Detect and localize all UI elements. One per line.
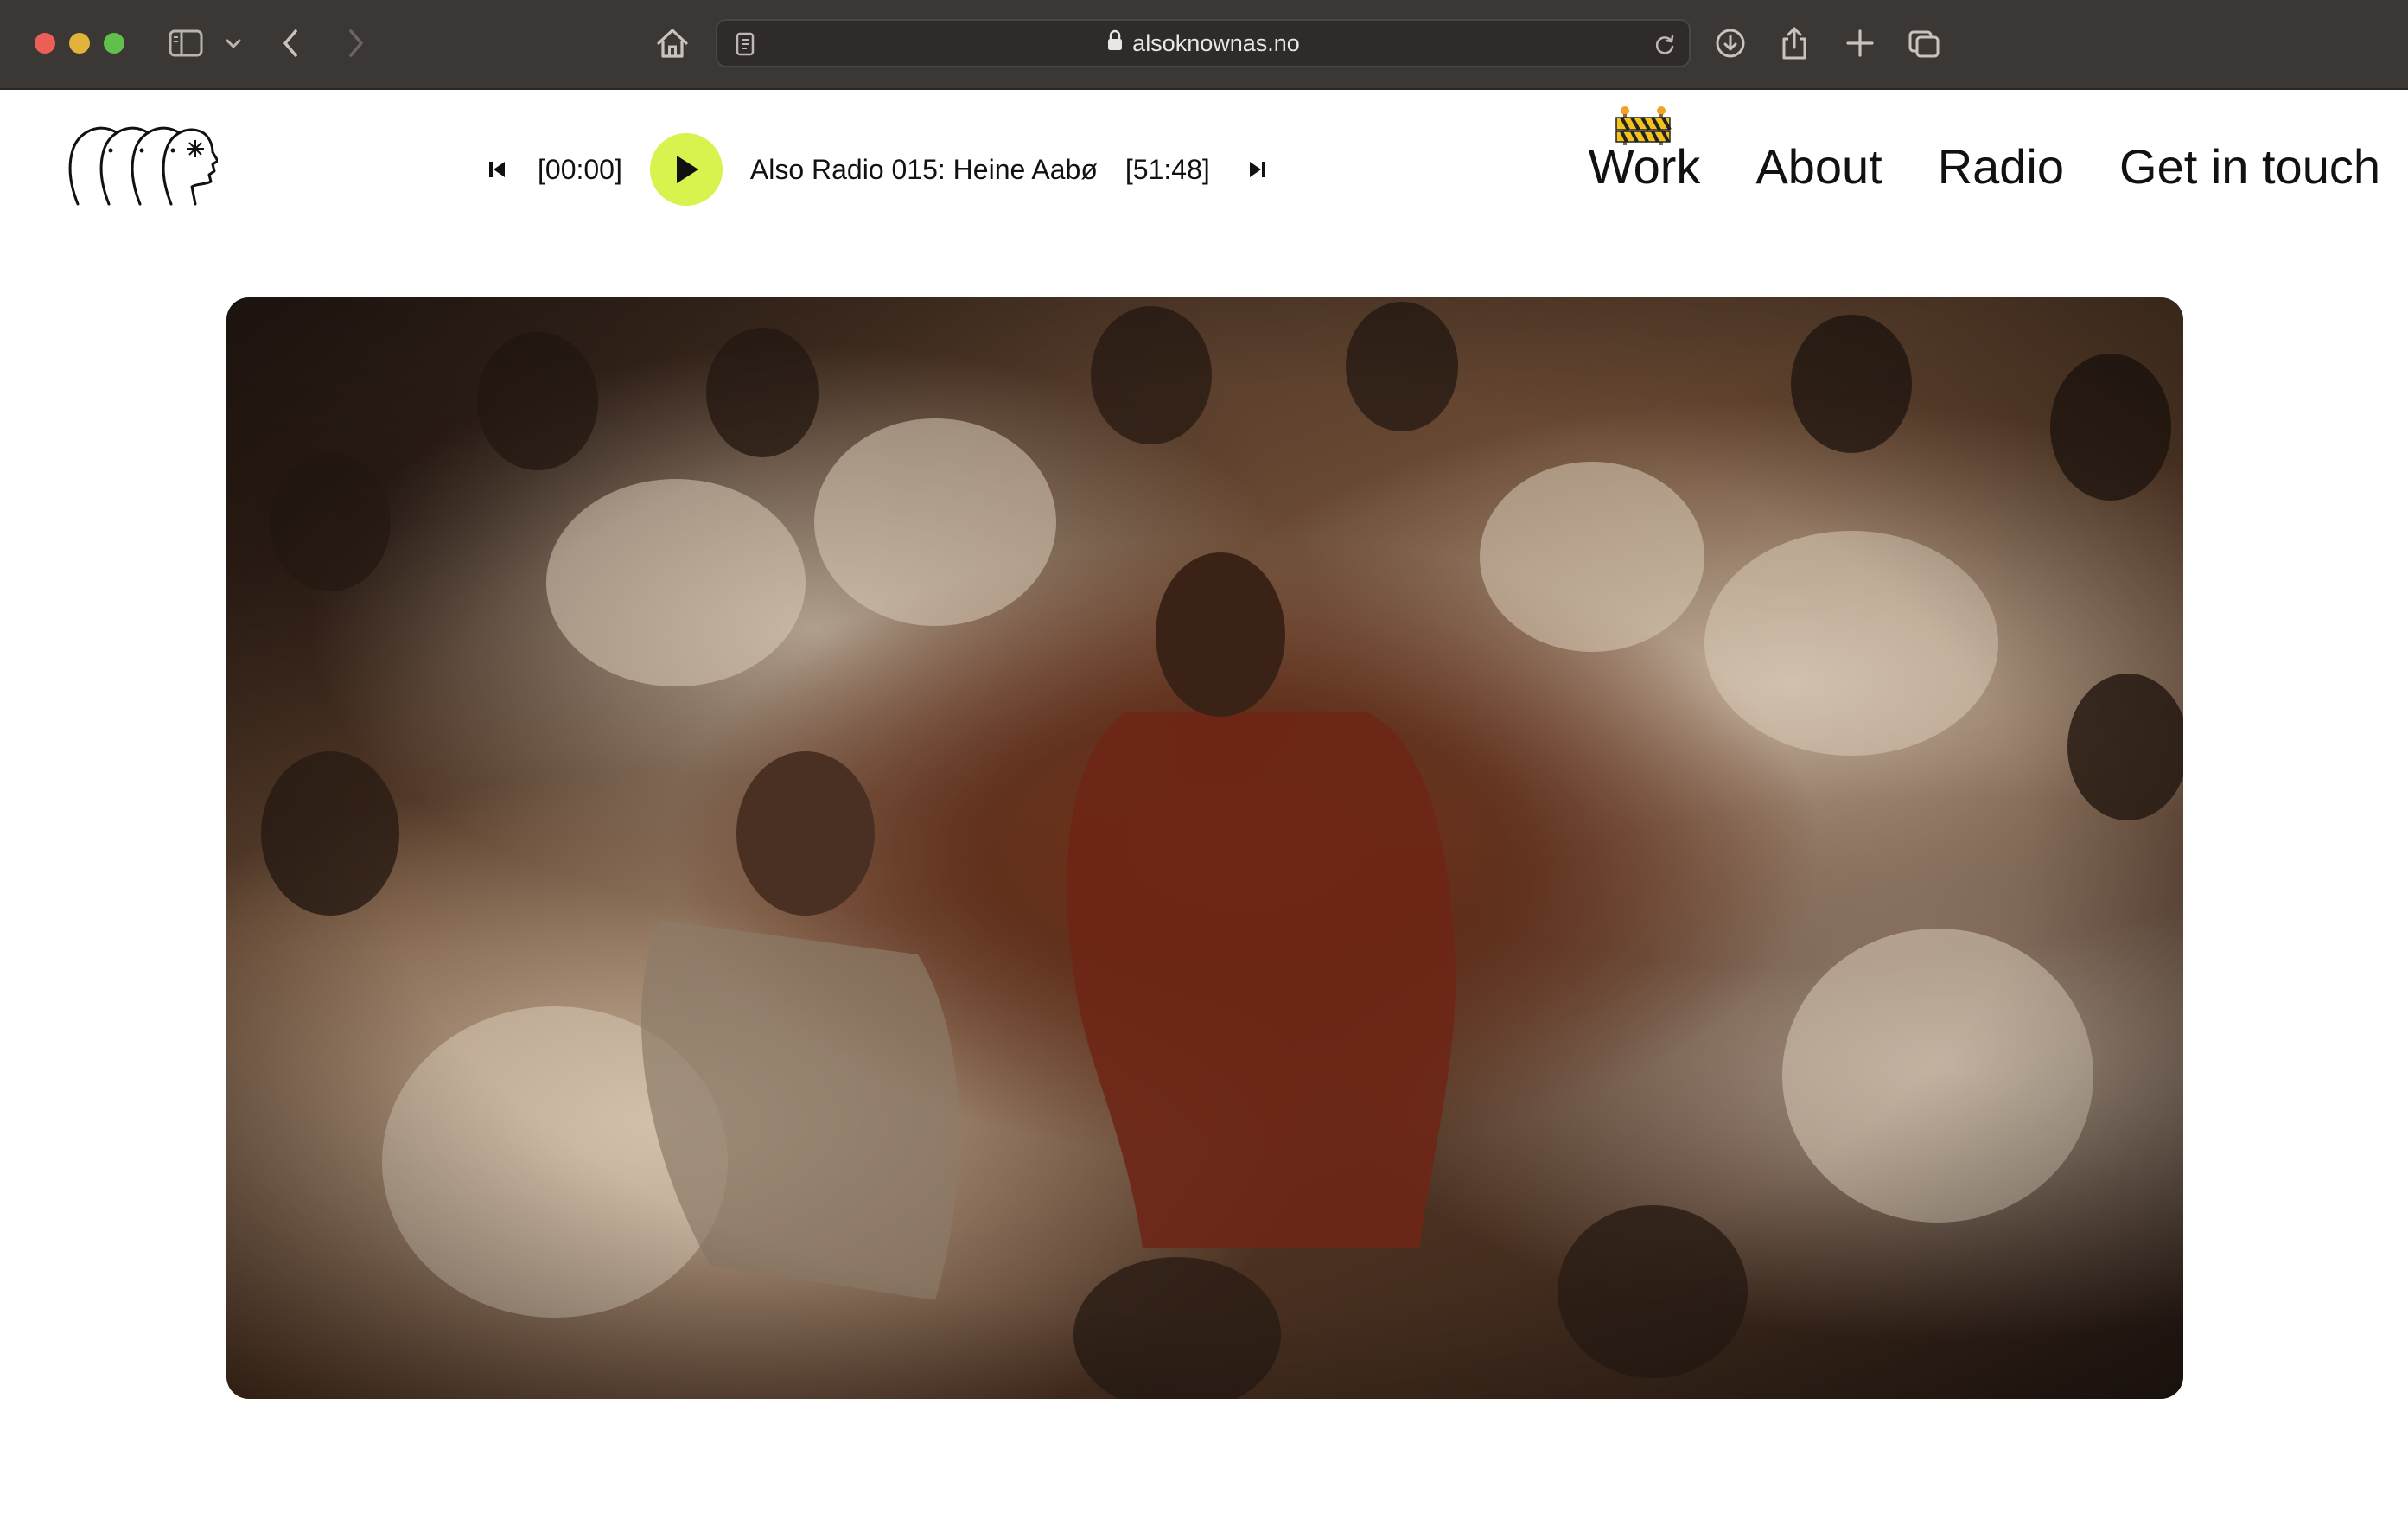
site-header: [00:00] Also Radio 015: Heine Aabø [51:4…	[0, 90, 2408, 294]
radio-player: [00:00] Also Radio 015: Heine Aabø [51:4…	[484, 131, 1271, 207]
nav-label-about: About	[1755, 139, 1882, 194]
play-button[interactable]	[649, 133, 723, 206]
nav-label-radio: Radio	[1937, 139, 2065, 194]
nav-item-radio[interactable]: Radio	[1938, 138, 2064, 195]
share-icon[interactable]	[1779, 24, 1810, 62]
nav-item-get-in-touch[interactable]: Get in touch	[2119, 138, 2380, 195]
home-icon[interactable]	[653, 24, 691, 62]
construction-barrier-icon	[1615, 104, 1672, 160]
url-text: alsoknownas.no	[1132, 29, 1300, 56]
track-title: Also Radio 015: Heine Aabø	[749, 153, 1098, 185]
address-bar[interactable]: alsoknownas.no	[716, 19, 1691, 67]
browser-toolbar: alsoknownas.no	[0, 0, 2408, 90]
total-time: [51:48]	[1124, 153, 1210, 185]
new-tab-plus-icon[interactable]	[1844, 24, 1876, 62]
skip-forward-icon	[1249, 162, 1265, 177]
nav-item-about[interactable]: About	[1755, 138, 1882, 195]
hero-image[interactable]	[226, 297, 2183, 1399]
previous-track-button[interactable]	[484, 156, 510, 182]
download-icon[interactable]	[1713, 24, 1748, 62]
crowd-photo-illustration	[226, 297, 2183, 1399]
chevron-down-icon[interactable]	[223, 24, 244, 62]
close-window-button[interactable]	[35, 33, 55, 54]
sidebar-toggle-icon[interactable]	[168, 24, 204, 62]
next-track-button[interactable]	[1245, 156, 1271, 182]
back-arrow-icon[interactable]	[278, 24, 304, 62]
main-nav: Work About Radio Get in touch	[1589, 106, 2380, 195]
forward-arrow-icon[interactable]	[342, 24, 368, 62]
four-heads-logo[interactable]	[66, 121, 220, 213]
nav-item-work[interactable]: Work	[1589, 106, 1700, 195]
reload-icon[interactable]	[1653, 31, 1677, 61]
lock-icon	[1106, 29, 1124, 58]
tab-overview-icon[interactable]	[1907, 24, 1941, 62]
skip-back-icon	[489, 162, 505, 177]
current-time: [00:00]	[538, 153, 622, 185]
zoom-window-button[interactable]	[104, 33, 124, 54]
minimize-window-button[interactable]	[69, 33, 90, 54]
play-icon	[676, 156, 698, 183]
nav-label-get-in-touch: Get in touch	[2119, 139, 2380, 194]
